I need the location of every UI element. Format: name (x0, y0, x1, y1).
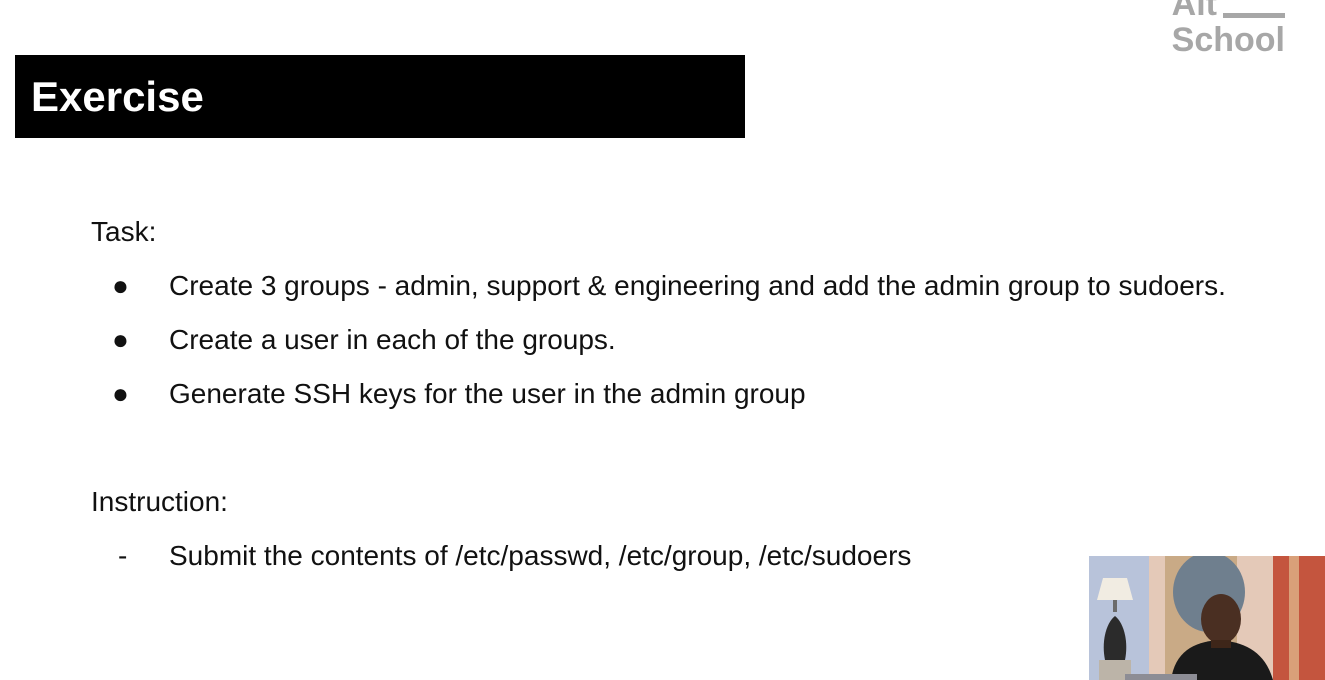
bullet-icon: ● (112, 270, 129, 301)
task-item: ● Generate SSH keys for the user in the … (112, 378, 806, 410)
task-item-text: Generate SSH keys for the user in the ad… (169, 378, 806, 409)
task-item-text: Create a user in each of the groups. (169, 324, 616, 355)
presenter-video-thumbnail[interactable] (1089, 556, 1325, 680)
bullet-icon: ● (112, 378, 129, 409)
bullet-icon: ● (112, 324, 129, 355)
instruction-heading: Instruction: (91, 486, 228, 517)
task-heading: Task: (91, 216, 157, 247)
logo-underline (1222, 13, 1285, 18)
task-item: ● Create a user in each of the groups. (112, 324, 616, 356)
slide-title: Exercise (31, 72, 204, 120)
task-item: ● Create 3 groups - admin, support & eng… (112, 270, 1226, 302)
instruction-item: - Submit the contents of /etc/passwd, /e… (112, 540, 911, 572)
altschool-logo: Alt School (1172, 0, 1285, 58)
instruction-item-text: Submit the contents of /etc/passwd, /etc… (169, 540, 912, 571)
logo-text-school: School (1171, 21, 1285, 59)
slide-title-bar: Exercise (15, 55, 745, 138)
dash-icon: - (118, 540, 128, 571)
logo-text-alt: Alt (1171, 0, 1217, 23)
presenter-video-image (1089, 556, 1325, 680)
task-item-text: Create 3 groups - admin, support & engin… (169, 270, 1226, 301)
